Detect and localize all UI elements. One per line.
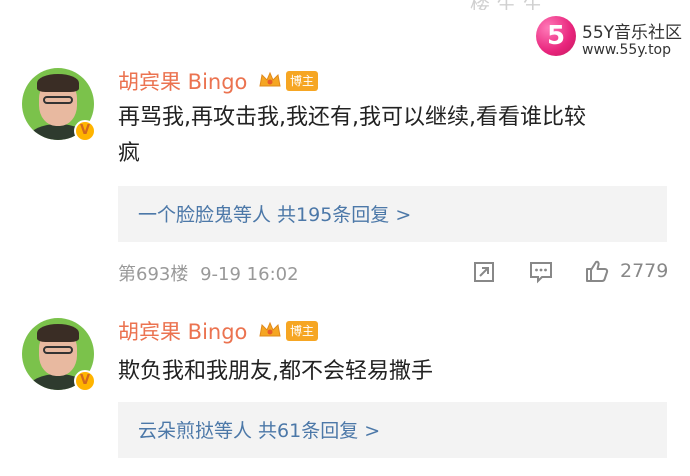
comment-meta: 第693楼 9-19 16:02 bbox=[118, 260, 299, 286]
watermark: 5 55Y音乐社区 www.55y.top bbox=[536, 14, 686, 66]
top-strip: 楼 生 生 bbox=[0, 0, 690, 10]
comment-text: 再骂我,再攻击我,我还有,我可以继续,看看谁比较 疯 bbox=[118, 100, 668, 172]
comment-text-line: 欺负我和我朋友,都不会轻易撒手 bbox=[118, 359, 433, 384]
crown-icon bbox=[259, 321, 281, 337]
comment-time: 9-19 16:02 bbox=[200, 264, 299, 285]
author-badge: 博主 bbox=[286, 71, 319, 91]
comment-item: V 胡宾果 Bingo 博主 欺负我和我朋友,都不会轻易撒手 云朵煎挞等人 共6… bbox=[0, 312, 690, 476]
crown-icon bbox=[259, 71, 281, 87]
comment-item: V 胡宾果 Bingo 博主 再骂我,再攻击我,我还有,我可以继续,看看谁比较 … bbox=[0, 62, 690, 294]
comment-icon[interactable] bbox=[528, 260, 554, 284]
avatar-hair bbox=[37, 74, 79, 92]
avatar-glasses bbox=[43, 96, 73, 104]
verified-v-icon: V bbox=[74, 120, 96, 142]
author-badge: 博主 bbox=[286, 321, 319, 341]
reply-summary-box[interactable]: 一个脸脸鬼等人 共195条回复 > bbox=[118, 186, 667, 242]
partial-previous-content: 楼 生 生 bbox=[470, 0, 543, 10]
share-icon[interactable] bbox=[472, 260, 496, 284]
username[interactable]: 胡宾果 Bingo bbox=[118, 316, 247, 346]
watermark-logo: 5 bbox=[536, 16, 576, 56]
watermark-title: 55Y音乐社区 bbox=[582, 23, 683, 43]
thumbs-up-icon[interactable] bbox=[584, 258, 610, 284]
reply-summary-link[interactable]: 云朵煎挞等人 共61条回复 > bbox=[138, 416, 380, 443]
comment-text-line: 再骂我,再攻击我,我还有,我可以继续,看看谁比较 bbox=[118, 105, 586, 130]
comment-text: 欺负我和我朋友,都不会轻易撒手 bbox=[118, 354, 668, 390]
verified-v-icon: V bbox=[74, 370, 96, 392]
avatar-glasses bbox=[43, 346, 73, 354]
watermark-url: www.55y.top bbox=[582, 42, 672, 58]
avatar-hair bbox=[37, 324, 79, 342]
floor-number: 第693楼 bbox=[118, 264, 189, 285]
reply-summary-box[interactable]: 云朵煎挞等人 共61条回复 > bbox=[118, 402, 667, 458]
like-count: 2779 bbox=[620, 260, 669, 282]
comment-text-line: 疯 bbox=[118, 141, 141, 166]
username[interactable]: 胡宾果 Bingo bbox=[118, 66, 247, 96]
reply-summary-link[interactable]: 一个脸脸鬼等人 共195条回复 > bbox=[138, 200, 411, 227]
